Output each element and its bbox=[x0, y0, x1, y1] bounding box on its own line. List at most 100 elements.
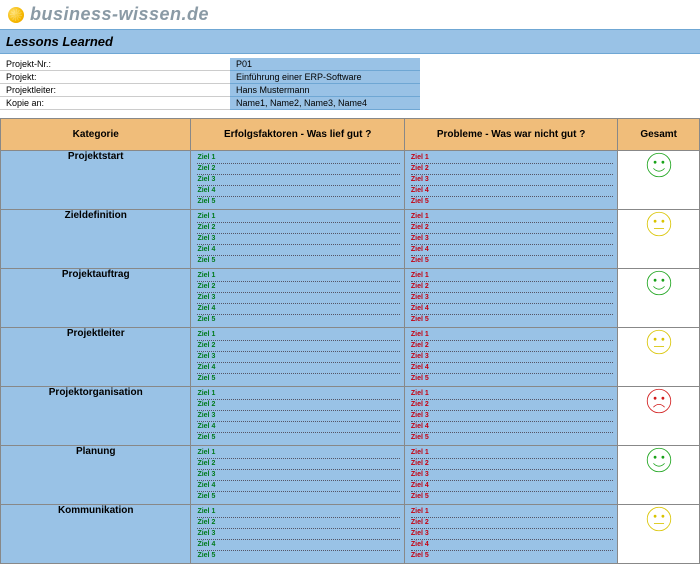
problems-cell: Ziel 1Ziel 2Ziel 3Ziel 4Ziel 5 bbox=[404, 210, 617, 269]
ziel-item: Ziel 5 bbox=[411, 374, 613, 384]
success-cell: Ziel 1Ziel 2Ziel 3Ziel 4Ziel 5 bbox=[191, 328, 404, 387]
ziel-item: Ziel 3 bbox=[411, 470, 613, 481]
ziel-item: Ziel 4 bbox=[411, 245, 613, 256]
meta-label-name: Projekt: bbox=[0, 71, 230, 84]
category-cell: Zieldefinition bbox=[1, 210, 191, 269]
ziel-item: Ziel 4 bbox=[197, 540, 399, 551]
gesamt-cell bbox=[618, 151, 700, 210]
ziel-item: Ziel 1 bbox=[197, 153, 399, 164]
gesamt-cell bbox=[618, 328, 700, 387]
ziel-item: Ziel 1 bbox=[197, 389, 399, 400]
gesamt-cell bbox=[618, 269, 700, 328]
category-cell: Planung bbox=[1, 446, 191, 505]
ziel-item: Ziel 1 bbox=[411, 271, 613, 282]
problems-cell: Ziel 1Ziel 2Ziel 3Ziel 4Ziel 5 bbox=[404, 446, 617, 505]
gesamt-cell bbox=[618, 210, 700, 269]
ziel-item: Ziel 2 bbox=[197, 518, 399, 529]
category-cell: Projektauftrag bbox=[1, 269, 191, 328]
ziel-item: Ziel 2 bbox=[197, 341, 399, 352]
gesamt-cell bbox=[618, 446, 700, 505]
ziel-item: Ziel 3 bbox=[411, 175, 613, 186]
category-cell: Projektstart bbox=[1, 151, 191, 210]
ziel-item: Ziel 4 bbox=[411, 304, 613, 315]
ziel-item: Ziel 2 bbox=[411, 518, 613, 529]
ziel-item: Ziel 5 bbox=[197, 256, 399, 266]
ziel-item: Ziel 2 bbox=[197, 282, 399, 293]
smiley-red-icon bbox=[645, 387, 673, 415]
ziel-item: Ziel 2 bbox=[411, 164, 613, 175]
meta-label-copy: Kopie an: bbox=[0, 97, 230, 110]
meta-value-copy: Name1, Name2, Name3, Name4 bbox=[230, 97, 420, 110]
table-row: ProjektauftragZiel 1Ziel 2Ziel 3Ziel 4Zi… bbox=[1, 269, 700, 328]
success-cell: Ziel 1Ziel 2Ziel 3Ziel 4Ziel 5 bbox=[191, 505, 404, 564]
ziel-item: Ziel 2 bbox=[411, 341, 613, 352]
ziel-item: Ziel 4 bbox=[197, 363, 399, 374]
table-row: KommunikationZiel 1Ziel 2Ziel 3Ziel 4Zie… bbox=[1, 505, 700, 564]
category-cell: Kommunikation bbox=[1, 505, 191, 564]
ziel-item: Ziel 5 bbox=[411, 315, 613, 325]
meta-value-name: Einführung einer ERP-Software bbox=[230, 71, 420, 84]
problems-cell: Ziel 1Ziel 2Ziel 3Ziel 4Ziel 5 bbox=[404, 151, 617, 210]
ziel-item: Ziel 3 bbox=[411, 234, 613, 245]
problems-cell: Ziel 1Ziel 2Ziel 3Ziel 4Ziel 5 bbox=[404, 269, 617, 328]
site-name: business-wissen.de bbox=[30, 4, 209, 25]
ziel-item: Ziel 3 bbox=[197, 293, 399, 304]
ziel-item: Ziel 5 bbox=[411, 551, 613, 561]
ziel-item: Ziel 3 bbox=[411, 293, 613, 304]
success-cell: Ziel 1Ziel 2Ziel 3Ziel 4Ziel 5 bbox=[191, 446, 404, 505]
ziel-item: Ziel 4 bbox=[197, 304, 399, 315]
ziel-item: Ziel 4 bbox=[411, 363, 613, 374]
ziel-item: Ziel 2 bbox=[411, 459, 613, 470]
table-row: ProjektstartZiel 1Ziel 2Ziel 3Ziel 4Ziel… bbox=[1, 151, 700, 210]
smiley-green-icon bbox=[645, 151, 673, 179]
ziel-item: Ziel 5 bbox=[197, 197, 399, 207]
col-problems: Probleme - Was war nicht gut ? bbox=[404, 119, 617, 151]
category-cell: Projektleiter bbox=[1, 328, 191, 387]
ziel-item: Ziel 1 bbox=[411, 330, 613, 341]
ziel-item: Ziel 5 bbox=[197, 374, 399, 384]
smiley-yellow-icon bbox=[645, 210, 673, 238]
ziel-item: Ziel 3 bbox=[197, 234, 399, 245]
ziel-item: Ziel 2 bbox=[197, 223, 399, 234]
ziel-item: Ziel 2 bbox=[197, 459, 399, 470]
success-cell: Ziel 1Ziel 2Ziel 3Ziel 4Ziel 5 bbox=[191, 269, 404, 328]
ziel-item: Ziel 3 bbox=[411, 352, 613, 363]
gesamt-cell bbox=[618, 505, 700, 564]
ziel-item: Ziel 1 bbox=[411, 212, 613, 223]
logo-icon bbox=[8, 7, 24, 23]
table-row: ZieldefinitionZiel 1Ziel 2Ziel 3Ziel 4Zi… bbox=[1, 210, 700, 269]
success-cell: Ziel 1Ziel 2Ziel 3Ziel 4Ziel 5 bbox=[191, 210, 404, 269]
ziel-item: Ziel 2 bbox=[197, 400, 399, 411]
ziel-item: Ziel 1 bbox=[197, 212, 399, 223]
ziel-item: Ziel 4 bbox=[411, 186, 613, 197]
ziel-item: Ziel 4 bbox=[197, 245, 399, 256]
ziel-item: Ziel 5 bbox=[411, 492, 613, 502]
meta-value-nr: P01 bbox=[230, 58, 420, 71]
ziel-item: Ziel 2 bbox=[197, 164, 399, 175]
ziel-item: Ziel 4 bbox=[197, 481, 399, 492]
ziel-item: Ziel 5 bbox=[411, 433, 613, 443]
ziel-item: Ziel 2 bbox=[411, 223, 613, 234]
ziel-item: Ziel 4 bbox=[197, 186, 399, 197]
ziel-item: Ziel 1 bbox=[197, 330, 399, 341]
ziel-item: Ziel 1 bbox=[411, 507, 613, 518]
table-row: PlanungZiel 1Ziel 2Ziel 3Ziel 4Ziel 5Zie… bbox=[1, 446, 700, 505]
meta-label-leader: Projektleiter: bbox=[0, 84, 230, 97]
ziel-item: Ziel 5 bbox=[411, 256, 613, 266]
page-title: Lessons Learned bbox=[0, 29, 700, 54]
problems-cell: Ziel 1Ziel 2Ziel 3Ziel 4Ziel 5 bbox=[404, 328, 617, 387]
ziel-item: Ziel 4 bbox=[411, 481, 613, 492]
category-cell: Projektorganisation bbox=[1, 387, 191, 446]
ziel-item: Ziel 2 bbox=[411, 282, 613, 293]
col-category: Kategorie bbox=[1, 119, 191, 151]
ziel-item: Ziel 1 bbox=[411, 153, 613, 164]
ziel-item: Ziel 1 bbox=[411, 448, 613, 459]
success-cell: Ziel 1Ziel 2Ziel 3Ziel 4Ziel 5 bbox=[191, 387, 404, 446]
col-success: Erfolgsfaktoren - Was lief gut ? bbox=[191, 119, 404, 151]
ziel-item: Ziel 3 bbox=[411, 529, 613, 540]
table-row: ProjektorganisationZiel 1Ziel 2Ziel 3Zie… bbox=[1, 387, 700, 446]
ziel-item: Ziel 3 bbox=[197, 411, 399, 422]
table-row: ProjektleiterZiel 1Ziel 2Ziel 3Ziel 4Zie… bbox=[1, 328, 700, 387]
lessons-table: Kategorie Erfolgsfaktoren - Was lief gut… bbox=[0, 118, 700, 564]
col-total: Gesamt bbox=[618, 119, 700, 151]
